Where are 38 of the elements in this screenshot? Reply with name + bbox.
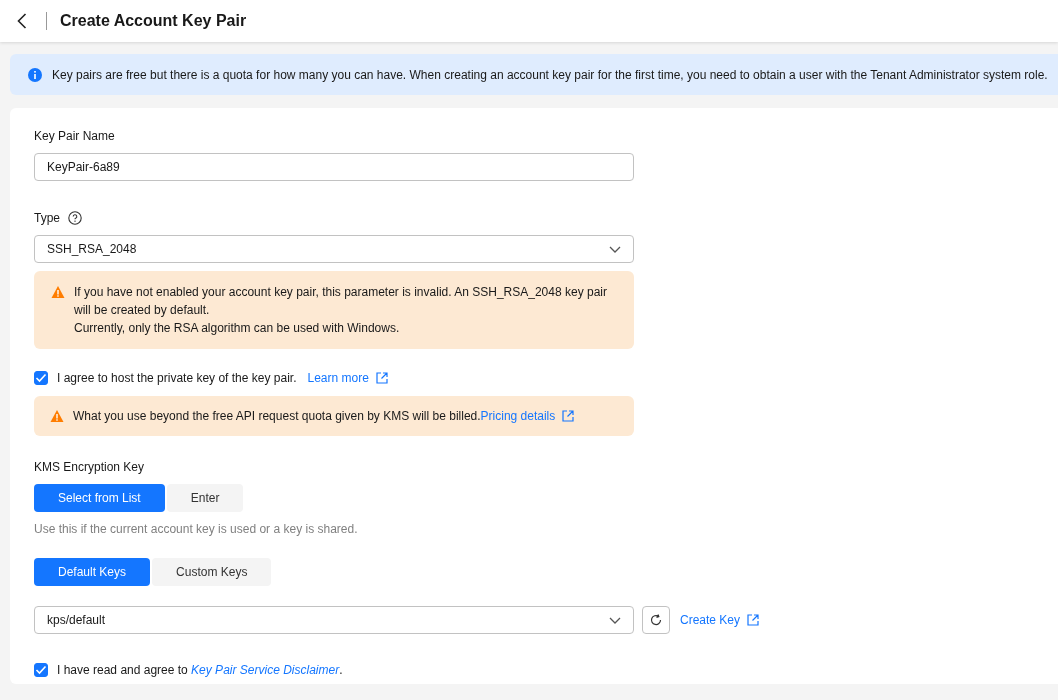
external-link-icon [374,371,389,385]
mode-toggle[interactable]: Enter [166,484,244,512]
field-label: Type [34,211,60,225]
info-icon [28,67,42,82]
hint-text: Use this if the current account key is used or a key is shared. [34,522,359,536]
back-button[interactable] [17,13,27,29]
checkmark-icon [35,373,47,383]
checkbox[interactable] [34,371,48,385]
key-dropdown[interactable]: kps/default [34,606,634,634]
external-link-icon [561,409,576,423]
disclaimer-link[interactable]: Key Pair Service Disclaimer [191,663,340,677]
refresh-icon [649,613,663,627]
warning-text: Currently, only the RSA algorithm can be used with Windows. [74,320,401,337]
mode-toggle[interactable]: Select from List [34,484,165,512]
caret-icon [609,245,621,253]
field-label: KMS Encryption Key [34,460,145,474]
warning-icon [50,409,64,422]
create-key-link[interactable]: Create Key [680,613,761,627]
checkbox-label: I agree to host the private key of the key pair. [57,371,297,385]
checkbox[interactable] [34,663,48,677]
field-label: Key Pair Name [34,129,115,143]
page-title: Create Account Key Pair [60,12,247,30]
type-dropdown[interactable]: SSH_RSA_2048 [34,235,634,263]
pricing-details-link[interactable]: Pricing details [480,407,576,425]
name-input[interactable]: KeyPair-6a89 [34,153,634,181]
warning-icon [51,285,65,298]
key-type-toggle[interactable]: Default Keys [34,558,151,586]
key-type-toggle[interactable]: Custom Keys [152,558,272,586]
info-text: Key pairs are free but there is a quota for how many you can have. When creating an account key pair for the first time, you need to obtain a user with the Tenant Administrator system role. [52,67,1048,82]
caret-icon [609,616,621,624]
learn-more-link[interactable]: Learn more [307,371,389,385]
agreement-text: I have read and agree to Key Pair Service Disclaimer. [57,663,343,677]
warning-text: If you have not enabled your account key pair, this parameter is invalid. An SSH_RSA_2048 key pair will be created by default. [74,284,608,319]
warning-text: What you use beyond the free API request quota given by KMS will be billed.Pricing details [73,407,576,425]
refresh-button[interactable] [642,606,670,634]
external-link-icon [746,613,761,627]
help-icon [68,211,82,225]
checkmark-icon [35,665,47,675]
